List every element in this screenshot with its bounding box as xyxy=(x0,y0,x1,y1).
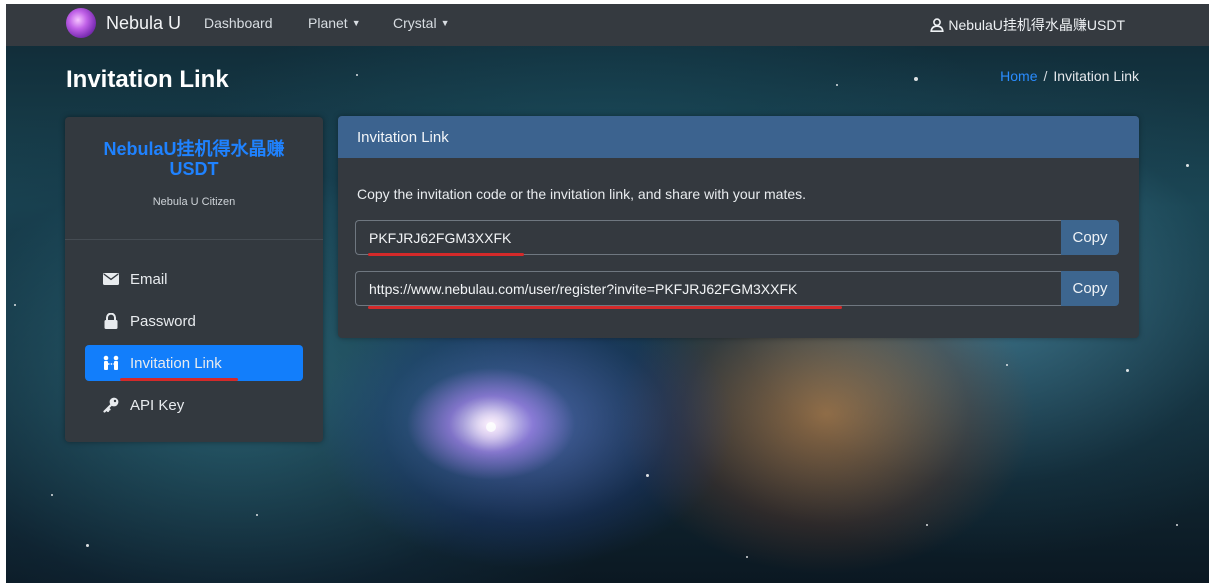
breadcrumb-current: Invitation Link xyxy=(1053,68,1139,84)
annotation-underline xyxy=(120,378,238,381)
profile-name: NebulaU挂机得水晶赚 USDT xyxy=(103,139,285,179)
page-title: Invitation Link xyxy=(66,66,229,93)
divider xyxy=(65,239,323,240)
invitation-card: Invitation Link Copy the invitation code… xyxy=(338,116,1139,338)
key-icon xyxy=(102,396,120,414)
caret-down-icon: ▼ xyxy=(351,18,361,28)
copy-code-button[interactable]: Copy xyxy=(1061,220,1119,255)
brand-name: Nebula U xyxy=(106,12,182,33)
breadcrumb: Home / Invitation Link xyxy=(1000,68,1139,84)
copy-link-button[interactable]: Copy xyxy=(1061,271,1119,306)
nebula-logo-icon xyxy=(66,8,96,38)
caret-down-icon: ▼ xyxy=(440,18,450,28)
menu-item-invitation-link[interactable]: Invitation Link xyxy=(85,345,303,381)
user-icon xyxy=(930,18,945,32)
user-menu[interactable]: NebulaU挂机得水晶赚USDT xyxy=(930,15,1125,35)
invitation-link-field[interactable]: https://www.nebulau.com/user/register?in… xyxy=(355,271,1061,306)
invitation-code-group: PKFJRJ62FGM3XXFK Copy xyxy=(355,220,1119,255)
menu-item-label: Email xyxy=(130,270,168,288)
invitation-link-group: https://www.nebulau.com/user/register?in… xyxy=(355,271,1119,306)
user-name: NebulaU挂机得水晶赚USDT xyxy=(948,17,1125,33)
menu-item-label: Password xyxy=(130,312,196,330)
app-frame: Nebula U Dashboard Planet ▼ Crystal ▼ Nebu… xyxy=(6,4,1209,583)
menu-item-label: Invitation Link xyxy=(130,354,222,372)
nav-crystal-dropdown[interactable]: Crystal ▼ xyxy=(393,15,449,31)
top-navbar: Nebula U Dashboard Planet ▼ Crystal ▼ Nebu… xyxy=(6,4,1209,46)
brand-link[interactable]: Nebula U xyxy=(66,8,181,38)
breadcrumb-separator: / xyxy=(1043,68,1048,84)
profile-sidebar-card: NebulaU挂机得水晶赚 USDT Nebula U Citizen Emai… xyxy=(65,117,323,442)
menu-item-api-key[interactable]: API Key xyxy=(85,387,303,423)
card-description: Copy the invitation code or the invitati… xyxy=(357,186,807,202)
breadcrumb-home-link[interactable]: Home xyxy=(1000,68,1037,84)
menu-item-password[interactable]: Password xyxy=(85,303,303,339)
profile-role: Nebula U Citizen xyxy=(152,196,236,208)
invite-users-icon xyxy=(102,354,120,372)
menu-item-label: API Key xyxy=(130,396,185,414)
lock-icon xyxy=(102,312,120,330)
annotation-underline xyxy=(368,306,842,309)
annotation-underline xyxy=(368,253,524,256)
envelope-icon xyxy=(102,270,120,288)
invitation-code-field[interactable]: PKFJRJ62FGM3XXFK xyxy=(355,220,1061,255)
nav-planet-dropdown[interactable]: Planet ▼ xyxy=(308,15,361,31)
menu-item-email[interactable]: Email xyxy=(85,261,303,297)
nav-dashboard[interactable]: Dashboard xyxy=(204,15,273,31)
card-header: Invitation Link xyxy=(338,116,1139,158)
